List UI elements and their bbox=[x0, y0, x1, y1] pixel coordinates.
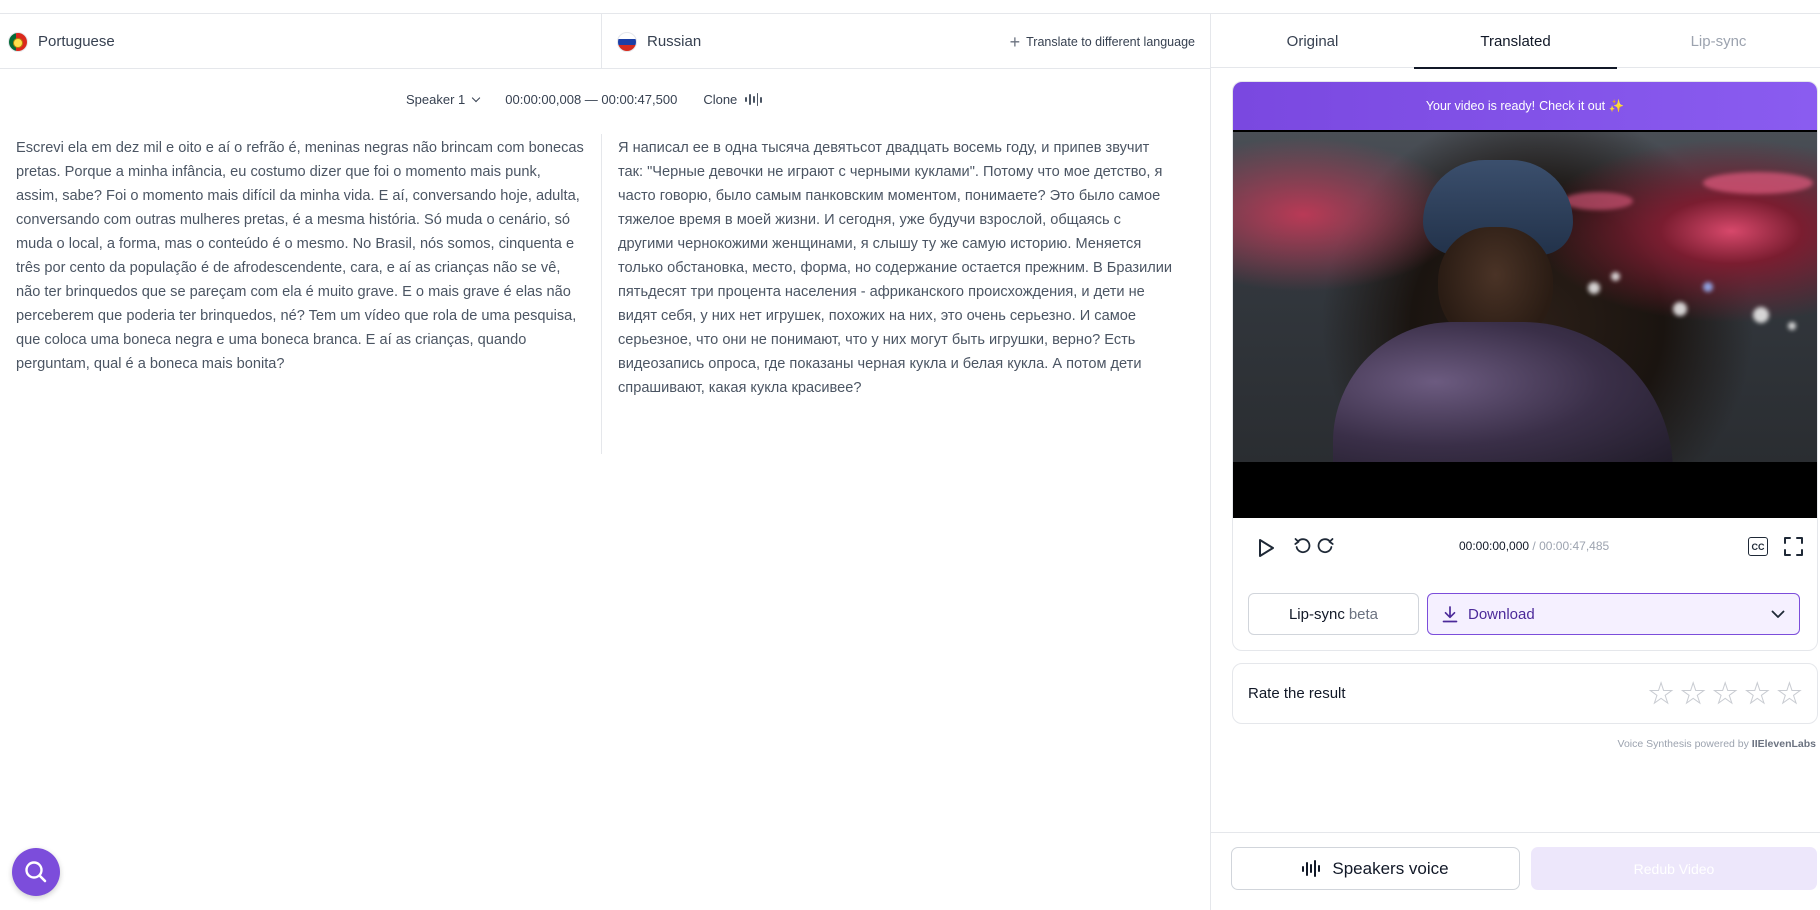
portugal-flag-icon bbox=[8, 31, 28, 52]
time-separator: / bbox=[1532, 539, 1536, 553]
star-icon[interactable]: ★ bbox=[1648, 679, 1674, 708]
play-icon[interactable] bbox=[1257, 538, 1275, 558]
source-language: Portuguese bbox=[8, 14, 115, 69]
preview-panel: Original Translated Lip-sync Your video … bbox=[1211, 14, 1820, 910]
source-language-label: Portuguese bbox=[38, 33, 115, 50]
star-icon[interactable]: ★ bbox=[1712, 679, 1738, 708]
banner-text: Your video is ready! bbox=[1425, 99, 1536, 113]
duration: 00:00:47,485 bbox=[1539, 539, 1610, 553]
star-icon[interactable]: ★ bbox=[1744, 679, 1770, 708]
waveform-icon bbox=[745, 93, 763, 106]
preview-tabs: Original Translated Lip-sync bbox=[1211, 14, 1820, 69]
language-divider bbox=[601, 14, 602, 69]
video-frame bbox=[1233, 132, 1817, 462]
star-icon[interactable]: ★ bbox=[1680, 679, 1706, 708]
powered-by-prefix: Voice Synthesis powered by bbox=[1617, 738, 1749, 750]
translate-link-label: Translate to different language bbox=[1026, 34, 1195, 49]
star-rating: ★ ★ ★ ★ ★ bbox=[1648, 679, 1803, 708]
speaker-select[interactable]: Speaker 1 bbox=[406, 92, 481, 107]
banner-cta: Check it out ✨ bbox=[1539, 98, 1625, 113]
video-ready-banner[interactable]: Your video is ready! Check it out ✨ bbox=[1233, 82, 1817, 130]
redub-video-button[interactable]: Redub Video bbox=[1531, 847, 1817, 890]
fullscreen-icon[interactable] bbox=[1783, 536, 1804, 557]
text-column-divider bbox=[601, 134, 602, 454]
tab-lip-sync[interactable]: Lip-sync bbox=[1617, 14, 1820, 68]
download-button[interactable]: Download bbox=[1427, 593, 1800, 635]
lip-sync-label: Lip-sync bbox=[1288, 605, 1345, 623]
speakers-voice-button[interactable]: Speakers voice bbox=[1231, 847, 1520, 890]
tab-translated[interactable]: Translated bbox=[1414, 14, 1617, 69]
search-button[interactable] bbox=[12, 848, 60, 896]
player-controls: 00:00:00,000 / 00:00:47,485 CC bbox=[1233, 518, 1817, 576]
language-bar: Portuguese Russian + Translate to differ… bbox=[0, 14, 1211, 69]
rating-label: Rate the result bbox=[1248, 685, 1346, 702]
video-subject-body bbox=[1333, 322, 1673, 462]
target-language: Russian bbox=[617, 14, 701, 69]
video-player[interactable] bbox=[1233, 130, 1817, 518]
download-icon bbox=[1442, 605, 1458, 622]
plus-icon: + bbox=[1009, 31, 1021, 52]
bottom-action-bar: Speakers voice Redub Video bbox=[1211, 832, 1820, 910]
star-icon[interactable]: ★ bbox=[1776, 679, 1802, 708]
segment-header: Speaker 1 00:00:00,008 — 00:00:47,500 Cl… bbox=[406, 92, 763, 107]
powered-by: Voice Synthesis powered by IIElevenLabs bbox=[1618, 738, 1816, 750]
search-icon bbox=[25, 861, 47, 883]
transcript-editor: Portuguese Russian + Translate to differ… bbox=[0, 14, 1211, 910]
rewind-icon[interactable] bbox=[1293, 536, 1313, 556]
clone-button[interactable]: Clone bbox=[703, 92, 763, 107]
russia-flag-icon bbox=[617, 31, 637, 52]
download-label: Download bbox=[1468, 605, 1535, 623]
rating-card: Rate the result ★ ★ ★ ★ ★ bbox=[1232, 663, 1818, 724]
playback-time: 00:00:00,000 / 00:00:47,485 bbox=[1459, 539, 1609, 553]
top-border bbox=[0, 0, 1820, 14]
elevenlabs-logo[interactable]: IIElevenLabs bbox=[1752, 738, 1816, 750]
translated-transcript[interactable]: Я написал ее в одна тысяча девятьсот два… bbox=[618, 136, 1178, 400]
forward-icon[interactable] bbox=[1315, 536, 1335, 556]
chevron-down-icon bbox=[1771, 610, 1785, 618]
video-card: Your video is ready! Check it out ✨ 00:0… bbox=[1232, 81, 1818, 651]
target-language-label: Russian bbox=[647, 33, 702, 50]
speakers-voice-label: Speakers voice bbox=[1332, 858, 1449, 878]
segment-timecode: 00:00:00,008 — 00:00:47,500 bbox=[505, 92, 678, 107]
chevron-down-icon bbox=[472, 93, 481, 102]
waveform-icon bbox=[1302, 860, 1321, 877]
translate-different-language-button[interactable]: + Translate to different language bbox=[1010, 14, 1195, 69]
tab-original[interactable]: Original bbox=[1211, 14, 1414, 68]
source-transcript[interactable]: Escrevi ela em dez mil e oito e aí o ref… bbox=[16, 136, 586, 376]
current-time: 00:00:00,000 bbox=[1459, 539, 1530, 553]
clone-label: Clone bbox=[703, 92, 738, 107]
lip-sync-button[interactable]: Lip-sync beta bbox=[1248, 593, 1419, 635]
speaker-label: Speaker 1 bbox=[406, 92, 466, 107]
cc-icon[interactable]: CC bbox=[1748, 537, 1768, 556]
beta-badge: beta bbox=[1348, 605, 1379, 623]
